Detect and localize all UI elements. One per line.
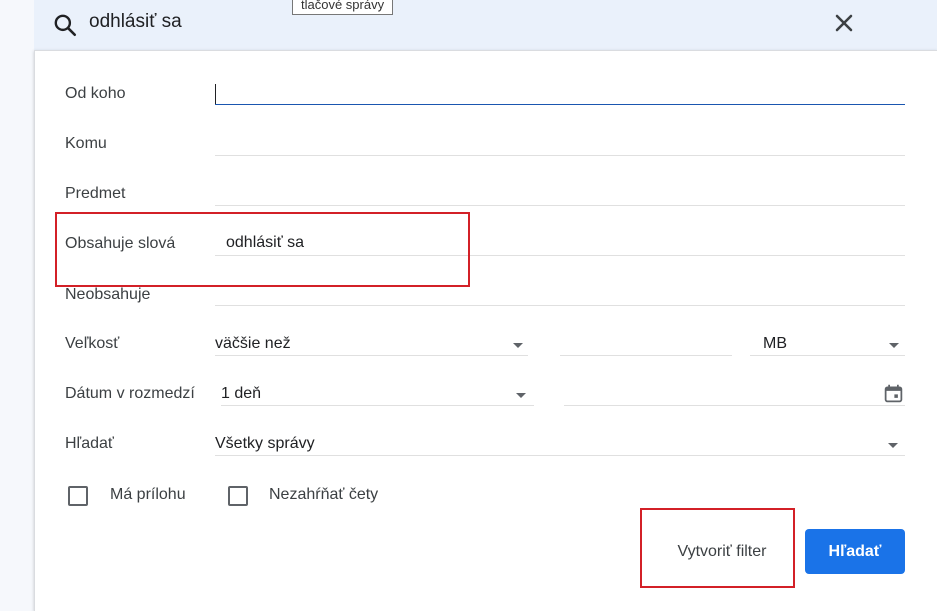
from-field[interactable]	[215, 104, 905, 105]
to-label: Komu	[65, 135, 107, 152]
search-input[interactable]: odhlásiť sa	[89, 11, 182, 33]
size-operator-underline	[215, 355, 528, 356]
left-strip	[0, 0, 34, 602]
search-in-label: Hľadať	[65, 435, 114, 452]
search-in-select[interactable]: Všetky správy	[215, 435, 315, 453]
size-value-field[interactable]	[560, 355, 732, 356]
text-cursor	[215, 84, 216, 104]
exclude-chats-checkbox[interactable]	[228, 486, 248, 506]
doesnt-have-label: Neobsahuje	[65, 286, 151, 303]
from-label: Od koho	[65, 85, 126, 102]
size-label: Veľkosť	[65, 335, 120, 352]
search-button[interactable]: Hľadať	[805, 529, 905, 574]
size-unit-select[interactable]: MB	[763, 335, 787, 353]
size-unit-underline	[750, 355, 905, 356]
close-icon[interactable]	[830, 9, 858, 37]
date-range-select[interactable]: 1 deň	[221, 385, 261, 403]
date-range-underline	[221, 405, 534, 406]
has-attachment-checkbox[interactable]	[68, 486, 88, 506]
search-icon[interactable]	[52, 12, 78, 38]
tooltip: tlačové správy	[292, 0, 394, 15]
exclude-chats-label: Nezahŕňať čety	[269, 486, 379, 503]
chevron-down-icon[interactable]	[516, 393, 526, 398]
chevron-down-icon[interactable]	[889, 343, 899, 348]
subject-field[interactable]	[215, 205, 905, 206]
size-operator-select[interactable]: väčšie než	[215, 335, 291, 353]
search-in-underline	[215, 455, 905, 456]
advanced-search-panel	[34, 50, 937, 611]
highlight-box-has-words	[55, 212, 470, 287]
chevron-down-icon[interactable]	[513, 343, 523, 348]
has-attachment-label: Má prílohu	[110, 486, 186, 503]
subject-label: Predmet	[65, 185, 126, 202]
highlight-box-create-filter	[640, 508, 795, 588]
chevron-down-icon[interactable]	[888, 443, 898, 448]
doesnt-have-field[interactable]	[215, 305, 905, 306]
date-field[interactable]	[564, 405, 905, 406]
date-within-label: Dátum v rozmedzí	[65, 385, 195, 402]
to-field[interactable]	[215, 155, 905, 156]
calendar-icon[interactable]	[883, 383, 904, 404]
